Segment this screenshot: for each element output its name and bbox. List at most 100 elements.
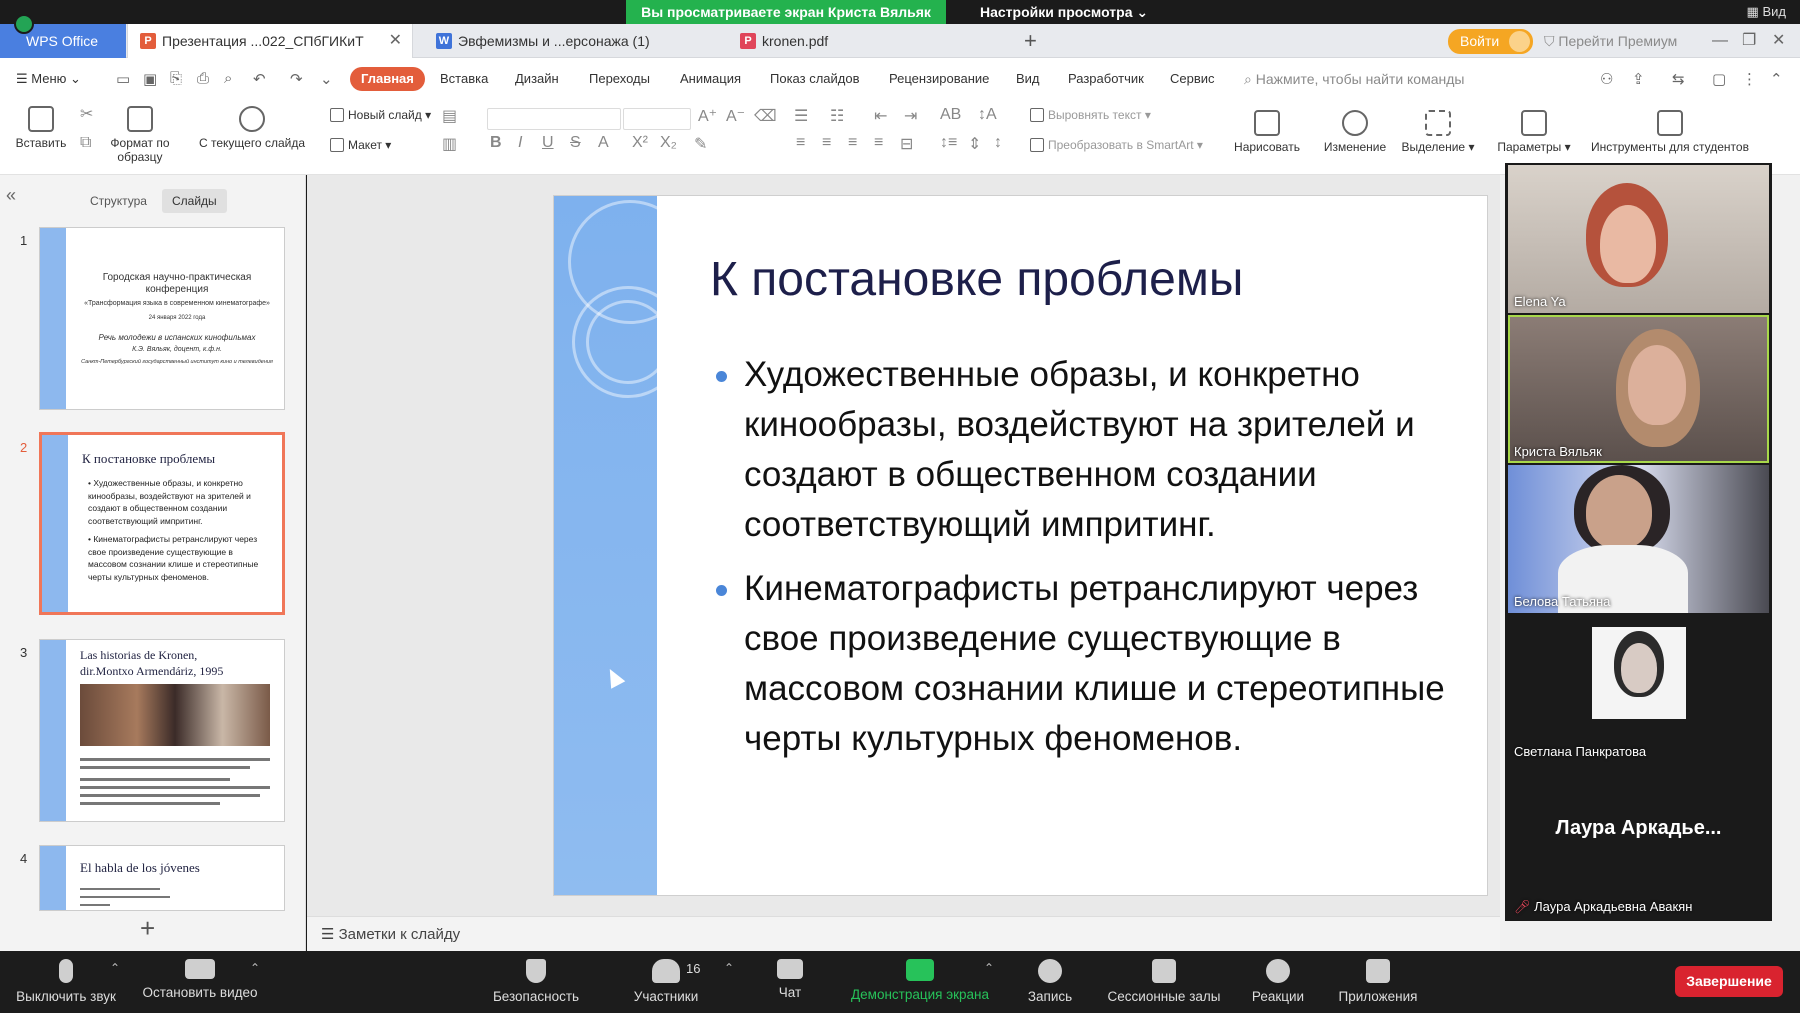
- bullets-icon[interactable]: ☰: [794, 106, 808, 126]
- doc-tab-presentation[interactable]: P Презентация ...022_СПбГИКиТ ✕: [127, 24, 413, 58]
- superscript-icon[interactable]: X²: [632, 134, 648, 152]
- chevron-up-icon[interactable]: ⌃: [250, 961, 260, 975]
- student-tools-button[interactable]: Инструменты для студентов: [1590, 110, 1750, 154]
- clear-format-icon[interactable]: ⌫: [754, 106, 777, 126]
- menu-tab-insert[interactable]: Вставка: [440, 58, 488, 100]
- customize-icon[interactable]: ⌄: [320, 70, 333, 88]
- video-tile[interactable]: Белова Татьяна: [1508, 465, 1769, 613]
- tab-slides[interactable]: Слайды: [162, 189, 227, 213]
- current-slide[interactable]: К постановке проблемы Художественные обр…: [553, 195, 1488, 896]
- add-tab-icon[interactable]: +: [1024, 24, 1037, 58]
- layout-button[interactable]: Макет ▾: [330, 138, 391, 152]
- menu-tab-view[interactable]: Вид: [1016, 58, 1040, 100]
- text-direction-icon[interactable]: ↕A: [978, 106, 997, 124]
- copy-icon[interactable]: ⧉: [80, 134, 91, 152]
- format-painter-button[interactable]: Формат по образцу: [104, 106, 176, 164]
- subscript-icon[interactable]: X₂: [660, 134, 677, 152]
- close-window-icon[interactable]: ✕: [1772, 24, 1785, 58]
- font-size-select[interactable]: [623, 108, 691, 130]
- menu-tab-developer[interactable]: Разработчик: [1068, 58, 1144, 100]
- redo-icon[interactable]: ↷: [290, 70, 303, 88]
- convert-smartart-button[interactable]: Преобразовать в SmartArt ▾: [1030, 138, 1203, 152]
- strikethrough-icon[interactable]: S: [570, 134, 581, 152]
- open-folder-icon[interactable]: ▭: [116, 70, 130, 88]
- breakout-rooms-button[interactable]: Сессионные залы: [1102, 951, 1226, 1013]
- close-tab-icon[interactable]: ✕: [389, 24, 402, 58]
- stop-video-button[interactable]: Остановить видео: [138, 951, 262, 1013]
- menu-tab-design[interactable]: Дизайн: [515, 58, 559, 100]
- menu-tab-home[interactable]: Главная: [350, 67, 425, 91]
- params-button[interactable]: Параметры ▾: [1494, 110, 1574, 154]
- outdent-icon[interactable]: ⇤: [874, 106, 887, 126]
- more-icon[interactable]: ⋮: [1742, 70, 1757, 88]
- menu-tab-service[interactable]: Сервис: [1170, 58, 1215, 100]
- video-tile[interactable]: Лаура Аркадье... 🎤︎ Лаура Аркадьевна Ава…: [1508, 765, 1769, 919]
- chevron-up-icon[interactable]: ⌃: [984, 961, 994, 975]
- text-case-icon[interactable]: AB: [940, 106, 961, 124]
- section-icon[interactable]: ▥: [442, 134, 457, 154]
- select-button[interactable]: Выделение ▾: [1398, 110, 1478, 154]
- login-button[interactable]: Войти: [1448, 29, 1534, 54]
- doc-tab-pdf[interactable]: P kronen.pdf: [728, 24, 1018, 58]
- align-center-icon[interactable]: ≡: [822, 134, 831, 152]
- chevron-up-icon[interactable]: ⌃: [110, 961, 120, 975]
- video-tile[interactable]: Светлана Панкратова: [1508, 615, 1769, 763]
- paragraph-spacing-icon[interactable]: ⇕: [968, 134, 981, 154]
- numbering-icon[interactable]: ☷: [830, 106, 844, 126]
- collapse-ribbon-icon[interactable]: ⌃: [1770, 70, 1783, 88]
- align-text-button[interactable]: Выровнять текст ▾: [1030, 108, 1151, 122]
- share-icon[interactable]: ⇪: [1632, 70, 1645, 88]
- highlight-icon[interactable]: ✎: [694, 134, 707, 154]
- font-color-icon[interactable]: A: [598, 134, 609, 152]
- doc-tab-document[interactable]: W Эвфемизмы и ...ерсонажа (1): [424, 24, 714, 58]
- spacing-options-icon[interactable]: ↕: [994, 134, 1002, 152]
- premium-link[interactable]: ⛉ Перейти Премиум: [1544, 24, 1677, 58]
- video-tile[interactable]: Elena Ya: [1508, 165, 1769, 313]
- change-button[interactable]: Изменение: [1316, 110, 1394, 154]
- minimize-icon[interactable]: —: [1712, 24, 1728, 58]
- collapse-pane-icon[interactable]: «: [6, 185, 16, 206]
- draw-button[interactable]: Нарисовать: [1228, 110, 1306, 154]
- chat-button[interactable]: Чат: [766, 951, 814, 1013]
- menu-tab-review[interactable]: Рецензирование: [889, 58, 989, 100]
- slide-thumbnail-1[interactable]: Городская научно-практическая конференци…: [39, 227, 285, 410]
- end-meeting-button[interactable]: Завершение: [1675, 966, 1783, 997]
- line-spacing-icon[interactable]: ↕≡: [940, 134, 957, 152]
- share-screen-button[interactable]: Демонстрация экрана: [842, 951, 998, 1013]
- record-button[interactable]: Запись: [1018, 951, 1082, 1013]
- justify-icon[interactable]: ≡: [874, 134, 883, 152]
- decrease-font-icon[interactable]: A⁻: [726, 106, 745, 126]
- menu-tab-transitions[interactable]: Переходы: [589, 58, 650, 100]
- increase-font-icon[interactable]: A⁺: [698, 106, 717, 126]
- save-icon[interactable]: ▣: [143, 70, 157, 88]
- tab-structure[interactable]: Структура: [80, 189, 157, 213]
- slide-notes-bar[interactable]: ☰ Заметки к слайду: [307, 916, 1500, 951]
- slide-thumbnail-3[interactable]: Las historias de Kronen, dir.Montxo Arme…: [39, 639, 285, 822]
- underline-icon[interactable]: U: [542, 134, 554, 152]
- align-left-icon[interactable]: ≡: [796, 134, 805, 152]
- bold-icon[interactable]: B: [490, 134, 502, 152]
- print-icon[interactable]: ⎙: [197, 70, 209, 87]
- font-family-select[interactable]: [487, 108, 621, 130]
- reset-slide-icon[interactable]: ▤: [442, 106, 457, 126]
- menu-tab-animation[interactable]: Анимация: [680, 58, 741, 100]
- main-menu-button[interactable]: ☰ Меню ⌄: [16, 58, 81, 100]
- share-user-icon[interactable]: ⚇: [1600, 70, 1613, 88]
- undo-icon[interactable]: ↶: [253, 70, 266, 88]
- command-search[interactable]: ⌕ Нажмите, чтобы найти команды: [1244, 58, 1464, 100]
- slide-thumbnail-4[interactable]: El habla de los jóvenes: [39, 845, 285, 911]
- view-options-button[interactable]: Настройки просмотра ⌄: [960, 0, 1169, 24]
- menu-tab-slideshow[interactable]: Показ слайдов: [770, 58, 860, 100]
- collab-icon[interactable]: ⇆: [1672, 70, 1685, 88]
- apps-button[interactable]: Приложения: [1330, 951, 1426, 1013]
- video-tile-speaker[interactable]: Криста Вяльяк: [1508, 315, 1769, 463]
- italic-icon[interactable]: I: [518, 134, 522, 152]
- add-slide-icon[interactable]: +: [140, 913, 155, 944]
- view-corner-button[interactable]: ▦ Вид: [1747, 4, 1786, 20]
- comment-icon[interactable]: ▢: [1712, 70, 1726, 88]
- cut-icon[interactable]: ✂: [80, 104, 93, 124]
- reactions-button[interactable]: Реакции: [1246, 951, 1310, 1013]
- restore-icon[interactable]: ❐: [1742, 24, 1756, 58]
- start-from-current-button[interactable]: С текущего слайда: [192, 106, 312, 150]
- distribute-icon[interactable]: ⊟: [900, 134, 913, 154]
